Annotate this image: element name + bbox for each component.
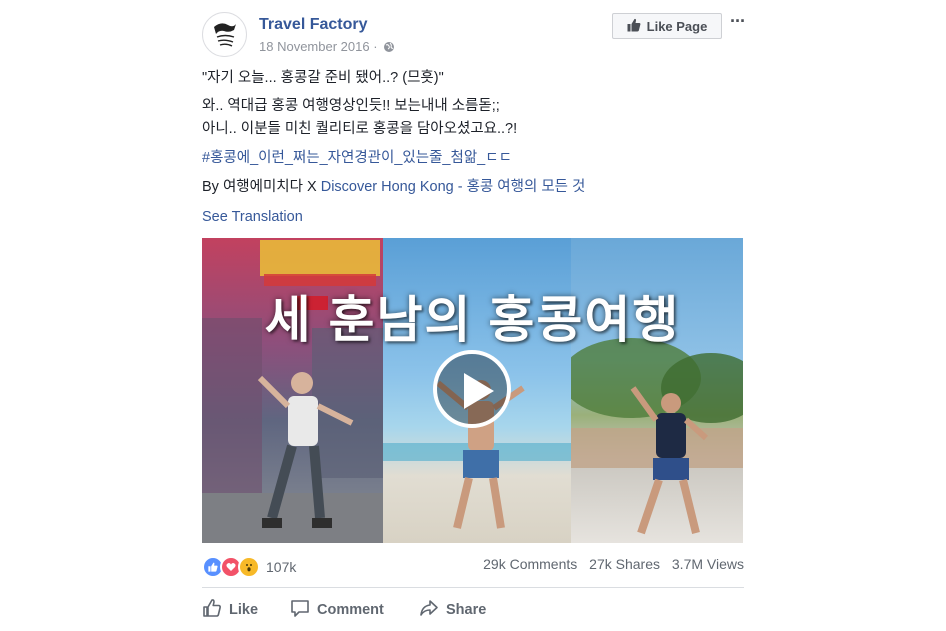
page-name-link[interactable]: Travel Factory	[259, 16, 368, 34]
reaction-count: 107k	[266, 559, 297, 575]
like-button[interactable]: Like	[202, 598, 258, 622]
comment-button[interactable]: Comment	[290, 598, 384, 622]
post-actions-bar: Like Comment Share	[202, 598, 744, 622]
thumbs-up-icon	[627, 18, 641, 35]
reactions-summary[interactable]: 107k	[202, 556, 296, 578]
credit-prefix: By 여행에미치다 X	[202, 179, 321, 195]
facebook-post: Travel Factory 18 November 2016 · Like P…	[200, 0, 746, 631]
post-date[interactable]: 18 November 2016	[259, 39, 370, 54]
video-player[interactable]: 세 훈남의 홍콩여행	[202, 238, 743, 543]
like-label: Like	[229, 602, 259, 618]
credit-line: By 여행에미치다 X Discover Hong Kong - 홍콩 여행의 …	[202, 177, 585, 197]
discover-hong-kong-link[interactable]: Discover Hong Kong - 홍콩 여행의 모든 것	[321, 179, 586, 195]
video-title-overlay: 세 훈남의 홍콩여행	[264, 292, 681, 348]
post-text-line-2: 와.. 역대급 홍콩 여행영상인듯!! 보는내내 소름돋;;	[202, 98, 500, 114]
play-button[interactable]	[433, 350, 511, 428]
shares-count-link[interactable]: 27k Shares	[589, 556, 660, 572]
post-text-line-3: 아니.. 이분들 미친 퀄리티로 홍콩을 담아오셨고요..?!	[202, 121, 518, 137]
thumbs-up-outline-icon	[202, 598, 222, 622]
engagement-counts: 29k Comments 27k Shares 3.7M Views	[475, 556, 744, 572]
like-page-button[interactable]: Like Page	[612, 13, 722, 39]
stats-divider	[202, 587, 744, 588]
play-icon	[464, 373, 494, 409]
meta-separator: ·	[373, 39, 378, 54]
comments-count-link[interactable]: 29k Comments	[483, 556, 577, 572]
wow-reaction-icon	[238, 556, 260, 578]
share-button[interactable]: Share	[419, 598, 486, 622]
like-page-label: Like Page	[646, 18, 708, 34]
share-arrow-icon	[419, 598, 439, 622]
views-count: 3.7M Views	[671, 556, 744, 572]
post-text-line-1: "자기 오늘... 홍콩갈 준비 됐어..? (므흣)"	[202, 70, 444, 86]
globe-icon[interactable]	[383, 41, 395, 56]
post-header: Travel Factory 18 November 2016 · Like P…	[202, 10, 746, 60]
more-options-icon[interactable]: ···	[730, 12, 748, 34]
share-label: Share	[446, 602, 487, 618]
page-avatar[interactable]	[202, 12, 247, 57]
comment-bubble-icon	[290, 598, 310, 622]
hashtag-link[interactable]: #홍콩에_이런_쩌는_자연경관이_있는줄_첨앎_ㄷㄷ	[202, 148, 512, 168]
post-stats: 107k 29k Comments 27k Shares 3.7M Views	[202, 556, 744, 578]
see-translation-link[interactable]: See Translation	[202, 207, 303, 227]
comment-label: Comment	[317, 602, 384, 618]
post-meta: 18 November 2016 ·	[259, 39, 395, 56]
